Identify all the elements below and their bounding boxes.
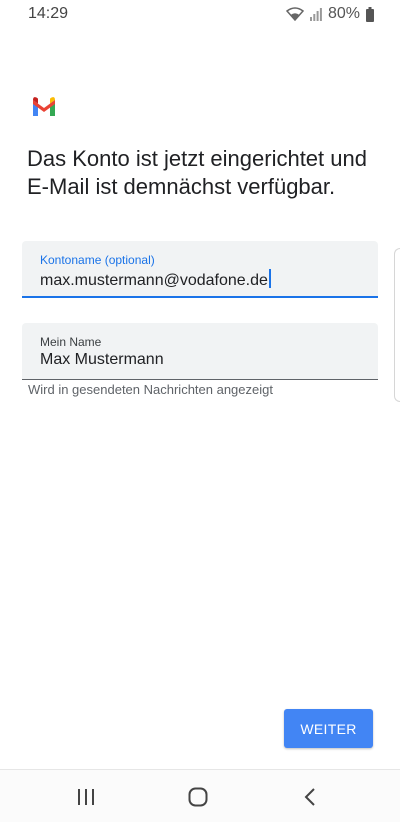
account-name-input-wrap[interactable]: max.mustermann@vodafone.de: [40, 269, 271, 290]
signal-icon: [309, 7, 322, 21]
text-cursor: [268, 269, 271, 288]
status-icons: 80%: [285, 5, 374, 23]
battery-icon: [366, 6, 374, 22]
my-name-label: Mein Name: [40, 335, 102, 349]
status-bar: 14:29 80%: [0, 0, 400, 28]
battery-percent: 80%: [327, 5, 360, 22]
my-name-field[interactable]: Mein Name Max Mustermann: [22, 323, 378, 380]
home-icon[interactable]: [185, 784, 211, 810]
edge-panel-handle[interactable]: [394, 248, 400, 402]
gmail-logo: [31, 96, 57, 116]
next-button[interactable]: WEITER: [284, 709, 373, 748]
account-name-input[interactable]: max.mustermann@vodafone.de: [40, 272, 268, 289]
account-name-label: Kontoname (optional): [40, 253, 155, 267]
my-name-input[interactable]: Max Mustermann: [40, 351, 164, 369]
navigation-bar: [0, 769, 400, 822]
wifi-icon: [285, 7, 304, 21]
page-title: Das Konto ist jetzt eingerichtet und E-M…: [27, 146, 367, 199]
account-name-field[interactable]: Kontoname (optional) max.mustermann@voda…: [22, 241, 378, 298]
recents-icon[interactable]: [73, 784, 99, 810]
status-time: 14:29: [28, 5, 69, 22]
my-name-helper-text: Wird in gesendeten Nachrichten angezeigt: [28, 382, 273, 397]
back-icon[interactable]: [297, 784, 323, 810]
